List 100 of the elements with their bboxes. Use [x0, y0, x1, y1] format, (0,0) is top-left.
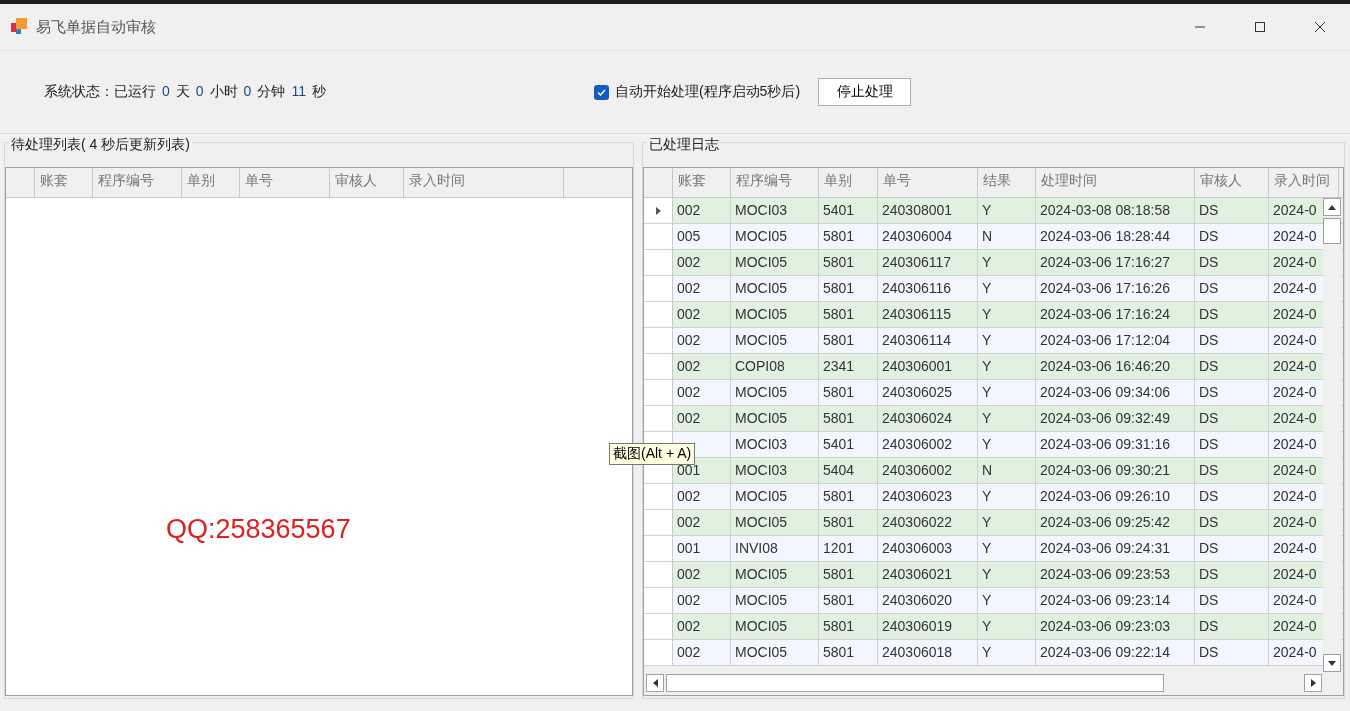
checkbox-label: 自动开始处理(程序启动5秒后)	[614, 83, 801, 101]
table-cell: 2024-03-06 09:23:14	[1036, 588, 1195, 613]
table-cell: DS	[1195, 328, 1269, 353]
table-cell: MOCI03	[731, 198, 819, 223]
table-cell: 002	[673, 250, 731, 275]
table-cell: 5801	[819, 588, 878, 613]
table-cell: MOCI05	[731, 588, 819, 613]
table-cell: 002	[673, 484, 731, 509]
table-cell: 002	[673, 302, 731, 327]
table-cell: DS	[1195, 276, 1269, 301]
table-cell: 2024-03-06 09:31:16	[1036, 432, 1195, 457]
table-cell: MOCI05	[731, 640, 819, 665]
table-cell: COPI08	[731, 354, 819, 379]
table-cell: 2024-03-08 08:18:58	[1036, 198, 1195, 223]
table-cell: 240306023	[878, 484, 978, 509]
status-label: 小时	[209, 83, 238, 101]
table-cell: Y	[978, 198, 1036, 223]
table-cell: 2024-03-06 09:26:10	[1036, 484, 1195, 509]
table-cell: 240306002	[878, 432, 978, 457]
table-cell: DS	[1195, 614, 1269, 639]
table-cell: Y	[978, 380, 1036, 405]
table-cell: 2024-03-06 09:25:42	[1036, 510, 1195, 535]
table-cell: MOCI03	[731, 458, 819, 483]
table-cell: Y	[978, 354, 1036, 379]
table-cell: 5404	[819, 458, 878, 483]
table-cell: 2341	[819, 354, 878, 379]
table-cell: DS	[1195, 380, 1269, 405]
table-cell: 2024-03-06 17:16:27	[1036, 250, 1195, 275]
table-cell: 5801	[819, 380, 878, 405]
table-cell: 240306025	[878, 380, 978, 405]
table-cell: Y	[978, 640, 1036, 665]
table-cell: DS	[1195, 224, 1269, 249]
table-cell: 240306019	[878, 614, 978, 639]
table-cell: 240306024	[878, 406, 978, 431]
qq-note: QQ:258365567	[166, 514, 351, 545]
table-cell: DS	[1195, 536, 1269, 561]
table-cell: 002	[673, 588, 731, 613]
table-cell: 2024-03-06 17:12:04	[1036, 328, 1195, 353]
status-label: 秒	[311, 83, 326, 101]
table-cell: 002	[673, 562, 731, 587]
table-cell: 240306002	[878, 458, 978, 483]
table-cell: DS	[1195, 406, 1269, 431]
table-cell: 002	[673, 380, 731, 405]
table-cell: DS	[1195, 458, 1269, 483]
table-cell: 5801	[819, 406, 878, 431]
table-cell: 240306115	[878, 302, 978, 327]
table-cell: 5801	[819, 302, 878, 327]
table-cell: 002	[673, 198, 731, 223]
status-label: 天	[175, 83, 190, 101]
table-cell: DS	[1195, 198, 1269, 223]
table-cell: Y	[978, 432, 1036, 457]
table-cell: INVI08	[731, 536, 819, 561]
window-title: 易飞单据自动审核	[36, 17, 156, 37]
table-cell: 240306116	[878, 276, 978, 301]
table-cell: Y	[978, 276, 1036, 301]
table-cell: Y	[978, 510, 1036, 535]
status-value: 0	[162, 83, 170, 101]
table-cell: 5801	[819, 276, 878, 301]
table-cell: Y	[978, 302, 1036, 327]
table-cell: 2024-03-06 09:24:31	[1036, 536, 1195, 561]
table-cell: 2024-03-06 18:28:44	[1036, 224, 1195, 249]
table-cell: DS	[1195, 640, 1269, 665]
table-cell: 240306003	[878, 536, 978, 561]
table-cell: 5801	[819, 224, 878, 249]
table-cell: DS	[1195, 354, 1269, 379]
table-cell: DS	[1195, 588, 1269, 613]
table-cell: DS	[1195, 432, 1269, 457]
table-cell: MOCI05	[731, 302, 819, 327]
table-cell: 240306022	[878, 510, 978, 535]
table-cell: DS	[1195, 302, 1269, 327]
table-cell: MOCI05	[731, 484, 819, 509]
table-cell: 2024-03-06 09:23:03	[1036, 614, 1195, 639]
table-cell: 240306117	[878, 250, 978, 275]
status-value: 0	[195, 83, 204, 101]
table-cell: 2024-03-06 17:16:26	[1036, 276, 1195, 301]
table-cell: 2024-03-06 09:32:49	[1036, 406, 1195, 431]
table-cell: MOCI05	[731, 276, 819, 301]
table-cell: 240306001	[878, 354, 978, 379]
table-cell: N	[978, 458, 1036, 483]
table-cell: 240306021	[878, 562, 978, 587]
table-cell: 2024-03-06 16:46:20	[1036, 354, 1195, 379]
table-cell: 2024-03-06 09:30:21	[1036, 458, 1195, 483]
table-cell: Y	[978, 250, 1036, 275]
table-cell: MOCI05	[731, 224, 819, 249]
status-label: 系统状态：已运行	[44, 83, 156, 101]
table-cell: 240306114	[878, 328, 978, 353]
table-cell: 5801	[819, 614, 878, 639]
table-cell: 2024-03-06 09:34:06	[1036, 380, 1195, 405]
table-cell: Y	[978, 406, 1036, 431]
table-cell: MOCI05	[731, 614, 819, 639]
table-cell: MOCI03	[731, 432, 819, 457]
table-cell: MOCI05	[731, 328, 819, 353]
table-cell: 5401	[819, 198, 878, 223]
table-cell: MOCI05	[731, 510, 819, 535]
table-cell: DS	[1195, 484, 1269, 509]
table-cell: MOCI05	[731, 250, 819, 275]
table-cell: DS	[1195, 250, 1269, 275]
table-cell: MOCI05	[731, 562, 819, 587]
table-cell: 1201	[819, 536, 878, 561]
table-cell: 5801	[819, 510, 878, 535]
